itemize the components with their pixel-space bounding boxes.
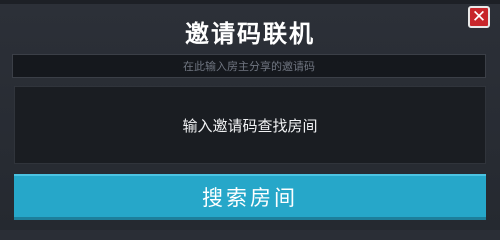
invite-code-placeholder: 在此输入房主分享的邀请码 (183, 60, 315, 73)
invite-code-dialog: ✕ 邀请码联机 在此输入房主分享的邀请码 输入邀请码查找房间 搜索房间 (0, 0, 500, 230)
result-message: 输入邀请码查找房间 (182, 116, 318, 135)
dialog-title: 邀请码联机 (185, 20, 315, 48)
status-strip (0, 0, 500, 4)
invite-code-input[interactable]: 在此输入房主分享的邀请码 (12, 54, 486, 78)
room-result-panel: 输入邀请码查找房间 (14, 86, 486, 164)
search-room-button[interactable]: 搜索房间 (14, 174, 486, 220)
